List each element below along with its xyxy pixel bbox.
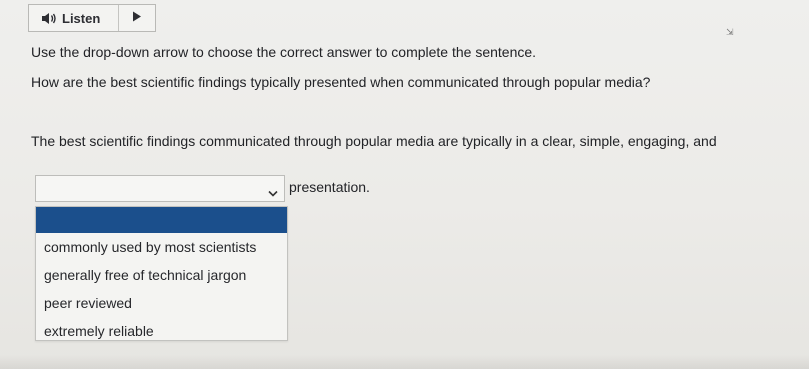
answer-dropdown[interactable] — [35, 175, 285, 202]
listen-toolbar: Listen — [28, 4, 156, 32]
highlighted-blank-option[interactable] — [36, 207, 287, 233]
play-button[interactable] — [119, 5, 155, 31]
speaker-icon — [41, 12, 57, 25]
listen-label: Listen — [62, 10, 101, 26]
option-peer-reviewed[interactable]: peer reviewed — [36, 289, 287, 317]
sentence-lead-text: The best scientific findings communicate… — [31, 133, 717, 149]
chevron-down-icon[interactable] — [268, 184, 278, 202]
sentence-tail-text: presentation. — [289, 179, 370, 195]
instruction-text: Use the drop-down arrow to choose the co… — [31, 44, 537, 60]
dropdown-options-list: commonly used by most scientists general… — [35, 206, 288, 341]
listen-button[interactable]: Listen — [29, 5, 119, 31]
screen-bottom-edge — [0, 355, 809, 369]
mouse-cursor-icon: ⇲ — [726, 27, 734, 37]
question-text: How are the best scientific findings typ… — [31, 74, 651, 90]
play-icon — [132, 9, 142, 27]
option-free-of-jargon[interactable]: generally free of technical jargon — [36, 261, 287, 289]
option-commonly-used[interactable]: commonly used by most scientists — [36, 233, 287, 261]
option-extremely-reliable[interactable]: extremely reliable — [36, 317, 287, 345]
